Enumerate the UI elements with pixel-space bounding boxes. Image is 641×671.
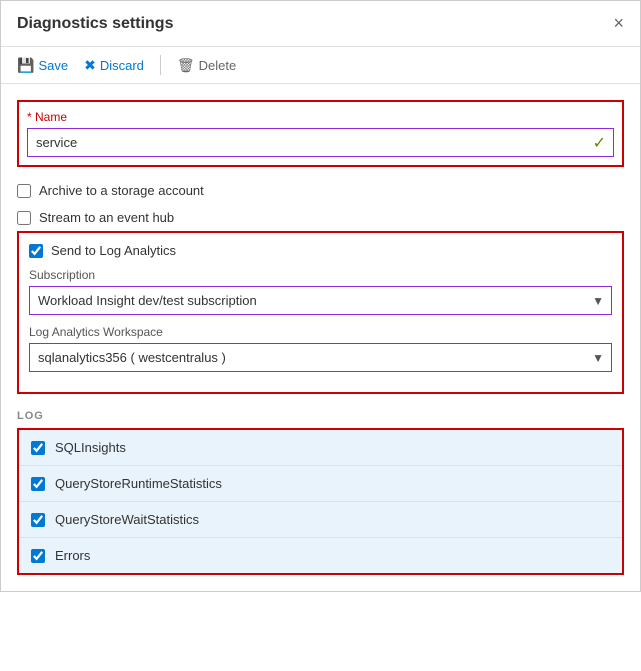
subscription-select-wrapper: Workload Insight dev/test subscription ▼	[29, 286, 612, 315]
discard-button[interactable]: ✖ Discard	[84, 57, 144, 74]
archive-checkbox-row: Archive to a storage account	[17, 177, 624, 204]
stream-label[interactable]: Stream to an event hub	[39, 210, 174, 225]
table-row: SQLInsights	[19, 430, 622, 466]
table-row: Errors	[19, 538, 622, 573]
log-label-querystoreruntime[interactable]: QueryStoreRuntimeStatistics	[55, 476, 222, 491]
table-row: QueryStoreWaitStatistics	[19, 502, 622, 538]
workspace-label: Log Analytics Workspace	[29, 325, 612, 339]
toolbar-separator	[160, 55, 161, 75]
name-section: * Name ✓	[17, 100, 624, 167]
archive-label[interactable]: Archive to a storage account	[39, 183, 204, 198]
name-label: * Name	[27, 110, 614, 124]
log-table: SQLInsights QueryStoreRuntimeStatistics …	[17, 428, 624, 575]
stream-checkbox[interactable]	[17, 211, 31, 225]
workspace-select-wrapper: sqlanalytics356 ( westcentralus ) ▼	[29, 343, 612, 372]
subscription-label: Subscription	[29, 268, 612, 282]
log-checkbox-querystorewait[interactable]	[31, 513, 45, 527]
log-checkbox-querystoreruntime[interactable]	[31, 477, 45, 491]
diagnostics-settings-dialog: Diagnostics settings × 💾 Save ✖ Discard …	[0, 0, 641, 592]
delete-button[interactable]: 🗑 Delete	[177, 57, 236, 74]
send-log-label[interactable]: Send to Log Analytics	[51, 243, 176, 258]
table-row: QueryStoreRuntimeStatistics	[19, 466, 622, 502]
send-log-checkbox[interactable]	[29, 244, 43, 258]
dialog-content: * Name ✓ Archive to a storage account St…	[1, 84, 640, 591]
name-input[interactable]	[27, 128, 614, 157]
dialog-header: Diagnostics settings ×	[1, 1, 640, 47]
log-checkbox-sqlinsights[interactable]	[31, 441, 45, 455]
stream-checkbox-row: Stream to an event hub	[17, 204, 624, 231]
delete-icon: 🗑	[177, 57, 195, 74]
log-checkbox-errors[interactable]	[31, 549, 45, 563]
log-section-header: LOG	[17, 410, 624, 422]
name-input-wrapper: ✓	[27, 128, 614, 157]
log-label-querystorewait[interactable]: QueryStoreWaitStatistics	[55, 512, 199, 527]
close-button[interactable]: ×	[613, 13, 624, 34]
log-label-sqlinsights[interactable]: SQLInsights	[55, 440, 126, 455]
log-label-errors[interactable]: Errors	[55, 548, 90, 563]
toolbar: 💾 Save ✖ Discard 🗑 Delete	[1, 47, 640, 84]
discard-icon: ✖	[84, 57, 96, 74]
log-analytics-section: Send to Log Analytics Subscription Workl…	[17, 231, 624, 394]
subscription-select[interactable]: Workload Insight dev/test subscription	[29, 286, 612, 315]
workspace-select[interactable]: sqlanalytics356 ( westcentralus )	[29, 343, 612, 372]
save-icon: 💾	[17, 57, 34, 74]
save-button[interactable]: 💾 Save	[17, 57, 68, 74]
check-icon: ✓	[593, 133, 606, 153]
send-to-log-row: Send to Log Analytics	[29, 243, 612, 258]
archive-checkbox[interactable]	[17, 184, 31, 198]
log-section: LOG SQLInsights QueryStoreRuntimeStatist…	[17, 410, 624, 575]
dialog-title: Diagnostics settings	[17, 15, 173, 33]
